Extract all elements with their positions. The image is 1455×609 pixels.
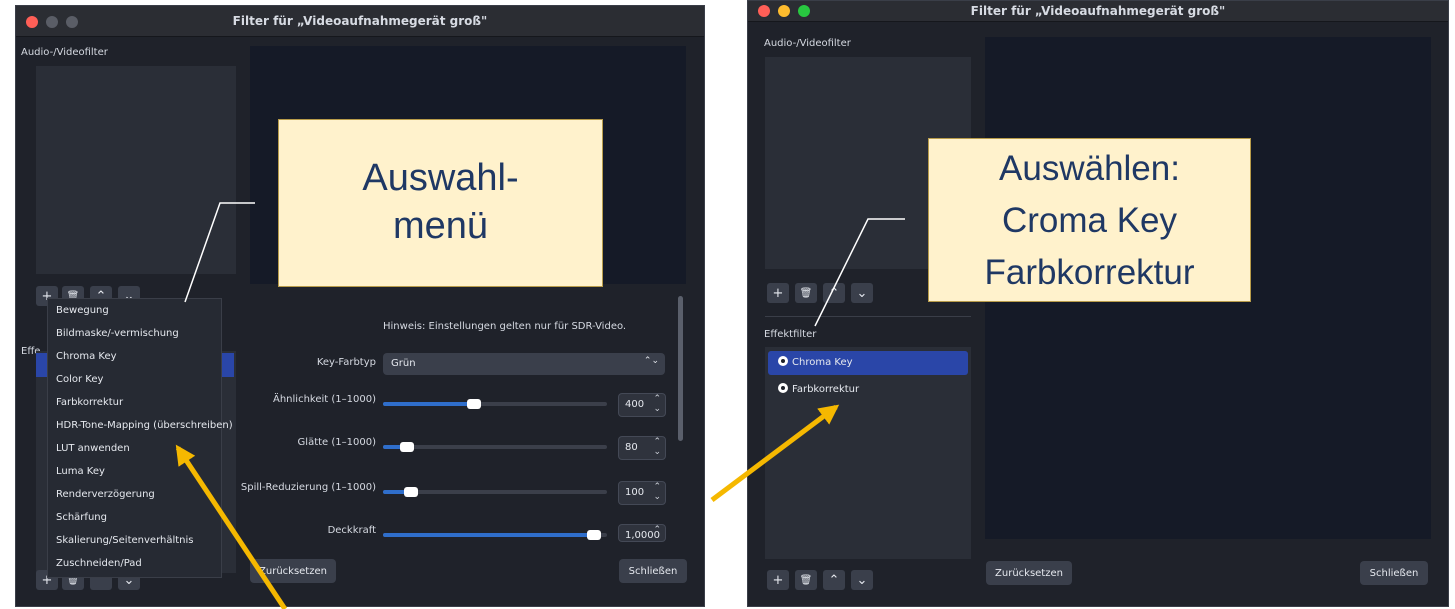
effect-filter-label: Effektfilter (764, 329, 817, 340)
filter-item-label: Farbkorrektur (792, 384, 860, 395)
menu-item-renderverzoegerung[interactable]: Renderverzögerung (48, 483, 221, 506)
spill-slider[interactable] (383, 487, 607, 497)
slider-fill (383, 533, 593, 537)
add-icon: + (772, 572, 784, 588)
smoothness-spinbox[interactable]: 80 ⌃ ⌄ (618, 436, 666, 460)
move-down-button[interactable]: ⌄ (851, 283, 873, 303)
smoothness-slider[interactable] (383, 442, 607, 452)
key-color-select[interactable]: Grün ⌃⌄ (383, 353, 665, 375)
remove-filter-button[interactable]: 🗑 (795, 283, 817, 303)
move-effect-down-button[interactable]: ⌄ (851, 570, 873, 590)
slider-handle[interactable] (467, 399, 481, 409)
updown-icon: ⌃⌄ (653, 437, 661, 457)
remove-effect-button[interactable]: 🗑 (795, 570, 817, 590)
updown-icon: ⌃⌄ (653, 482, 661, 502)
filter-dropdown-menu[interactable]: Bewegung Bildmaske/-vermischung Chroma K… (47, 298, 233, 578)
menu-item-farbkorrektur[interactable]: Farbkorrektur (48, 391, 221, 414)
move-effect-up-button[interactable]: ⌃ (823, 570, 845, 590)
similarity-label: Ähnlichkeit (1–1000) (273, 394, 376, 405)
spill-label: Spill-Reduzierung (1–1000) (240, 482, 376, 493)
similarity-spinbox[interactable]: 400 ⌃ ⌄ (618, 393, 666, 417)
add-icon: + (772, 285, 784, 301)
trash-icon: 🗑 (799, 574, 813, 586)
trash-icon: 🗑 (799, 287, 813, 299)
slider-handle[interactable] (587, 530, 601, 540)
key-color-label: Key-Farbtyp (316, 357, 376, 368)
eye-icon[interactable] (778, 356, 788, 366)
audio-video-filter-list[interactable] (36, 66, 236, 274)
similarity-slider[interactable] (383, 399, 607, 409)
spin-value: 400 (625, 399, 645, 410)
chevron-up-icon: ⌃ (828, 285, 840, 301)
chevron-up-icon: ⌃ (828, 572, 840, 588)
menu-item-hdr-tone-mapping[interactable]: HDR-Tone-Mapping (überschreiben) (48, 414, 233, 437)
eye-icon[interactable] (778, 383, 788, 393)
opacity-spinbox[interactable]: 1,0000 ⌃ (618, 524, 666, 542)
audio-video-filter-label: Audio-/Videofilter (764, 38, 851, 49)
left-titlebar: Filter für „Videoaufnahmegerät groß" (16, 6, 704, 37)
updown-icon: ⌃⌄ (643, 356, 659, 366)
filter-item-label: Chroma Key (792, 357, 853, 368)
callout-line: Croma Key (1001, 201, 1178, 240)
properties-scrollbar[interactable] (678, 296, 683, 441)
spin-value: 100 (625, 487, 645, 498)
slider-fill (383, 402, 473, 406)
menu-item-bildmaske[interactable]: Bildmaske/-vermischung (48, 322, 221, 345)
spin-value: 80 (625, 442, 638, 453)
menu-item-zuschneiden[interactable]: Zuschneiden/Pad (48, 552, 221, 575)
menu-item-lut[interactable]: LUT anwenden (48, 437, 221, 460)
slider-handle[interactable] (400, 442, 414, 452)
sdr-hint: Hinweis: Einstellungen gelten nur für SD… (383, 321, 627, 332)
menu-item-bewegung[interactable]: Bewegung (48, 299, 221, 322)
spill-spinbox[interactable]: 100 ⌃ ⌄ (618, 481, 666, 505)
add-effect-button[interactable]: + (767, 570, 789, 590)
callout-line: menü (392, 205, 489, 247)
opacity-label: Deckkraft (327, 525, 376, 536)
updown-icon: ⌃⌄ (653, 394, 661, 414)
close-button[interactable]: Schließen (1360, 561, 1428, 585)
menu-item-schaerfung[interactable]: Schärfung (48, 506, 221, 529)
right-titlebar: Filter für „Videoaufnahmegerät groß" (748, 1, 1448, 22)
callout-line: Farbkorrektur (984, 253, 1195, 292)
key-color-value: Grün (391, 358, 416, 369)
chevron-down-icon: ⌄ (856, 572, 868, 588)
callout-selection-menu: Auswahl- menü (278, 119, 603, 287)
callout-line: Auswahl- (362, 157, 519, 199)
chevron-down-icon: ⌄ (856, 285, 868, 301)
callout-line: Auswählen: (999, 149, 1180, 188)
window-title: Filter für „Videoaufnahmegerät groß" (232, 14, 488, 28)
updown-icon: ⌃ (653, 525, 661, 535)
move-up-button[interactable]: ⌃ (823, 283, 845, 303)
smoothness-label: Glätte (1–1000) (297, 437, 376, 448)
opacity-slider[interactable] (383, 530, 607, 540)
reset-button[interactable]: Zurücksetzen (986, 561, 1072, 585)
menu-item-skalierung[interactable]: Skalierung/Seitenverhältnis (48, 529, 221, 552)
slider-handle[interactable] (404, 487, 418, 497)
audio-video-filter-label: Audio-/Videofilter (21, 47, 108, 58)
filter-item-chroma-key[interactable]: Chroma Key (768, 351, 968, 375)
menu-item-color-key[interactable]: Color Key (48, 368, 221, 391)
filter-item-farbkorrektur[interactable]: Farbkorrektur (768, 378, 968, 402)
reset-button[interactable]: Zurücksetzen (250, 559, 336, 583)
right-filter-window: Filter für „Videoaufnahmegerät groß" Aud… (747, 0, 1449, 607)
window-title: Filter für „Videoaufnahmegerät groß" (970, 4, 1226, 18)
menu-item-luma-key[interactable]: Luma Key (48, 460, 221, 483)
menu-item-chroma-key[interactable]: Chroma Key (48, 345, 221, 368)
close-button[interactable]: Schließen (619, 559, 687, 583)
add-filter-button[interactable]: + (767, 283, 789, 303)
divider (765, 316, 971, 317)
callout-select-filters: Auswählen: Croma Key Farbkorrektur (928, 138, 1251, 302)
left-filter-window: Filter für „Videoaufnahmegerät groß" Aud… (15, 5, 705, 607)
